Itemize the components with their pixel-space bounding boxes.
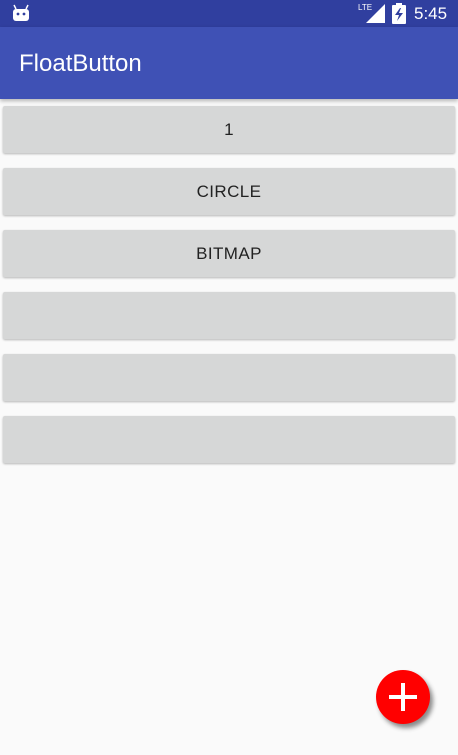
- status-clock: 5:45: [414, 4, 448, 23]
- status-bar: LTE 5:45: [0, 0, 458, 27]
- plus-icon: [389, 683, 417, 711]
- button-1[interactable]: 1: [3, 106, 455, 153]
- network-label: LTE: [358, 3, 372, 12]
- circle-button[interactable]: CIRCLE: [3, 168, 455, 215]
- bitmap-button[interactable]: BITMAP: [3, 230, 455, 277]
- app-title: FloatButton: [19, 50, 142, 77]
- lte-signal-icon: LTE: [358, 3, 385, 23]
- app-screen: LTE 5:45 FloatButton 1 CIRCLE BITMAP: [0, 0, 458, 755]
- floating-action-button[interactable]: [376, 670, 430, 724]
- blank-button-5[interactable]: [3, 354, 455, 401]
- android-icon: [13, 4, 29, 21]
- battery-charging-icon: [392, 3, 406, 24]
- blank-button-6[interactable]: [3, 416, 455, 463]
- blank-button-4[interactable]: [3, 292, 455, 339]
- app-bar: FloatButton: [0, 27, 458, 99]
- button-list: 1 CIRCLE BITMAP: [3, 106, 455, 478]
